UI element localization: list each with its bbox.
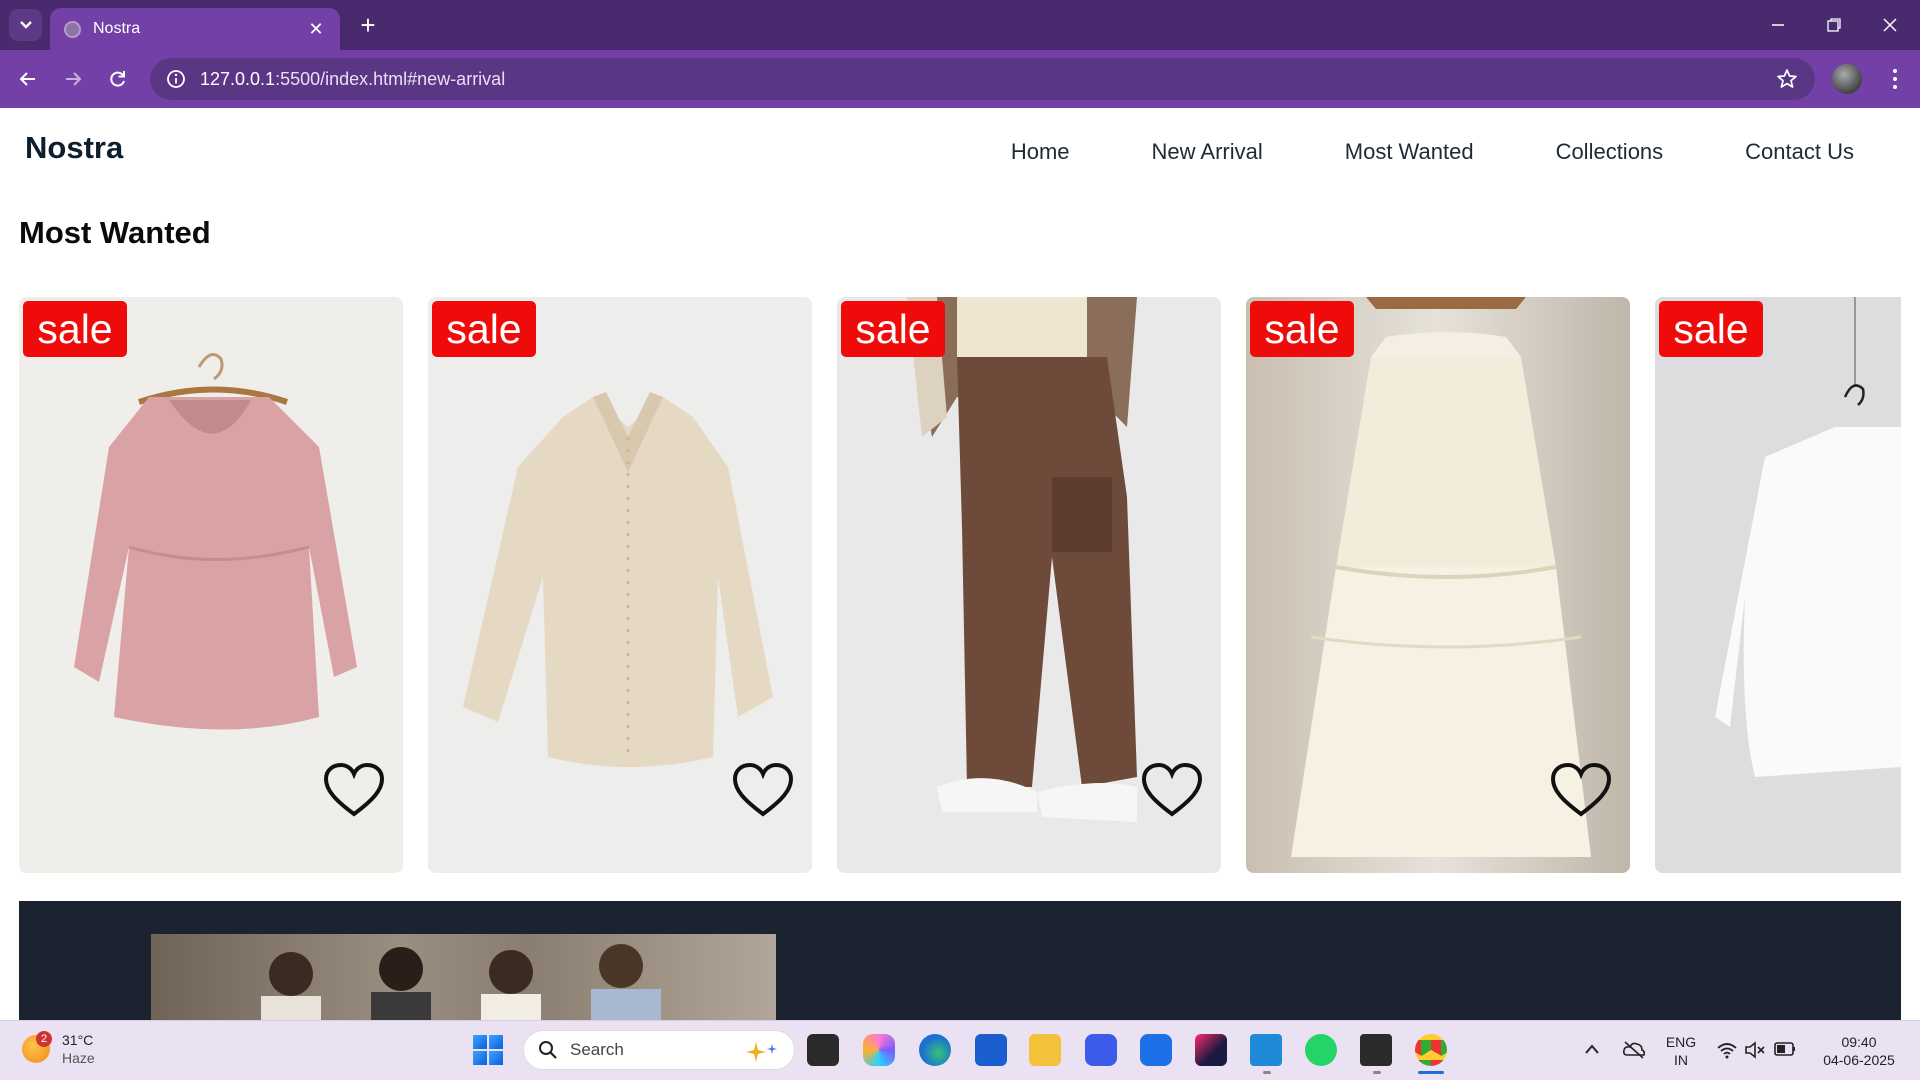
web-page: Nostra Home New Arrival Most Wanted Coll…	[0, 108, 1920, 1020]
active-indicator	[1418, 1071, 1444, 1074]
browser-tab[interactable]: Nostra ✕	[50, 8, 340, 50]
product-card[interactable]: sale	[1246, 297, 1630, 873]
tab-title: Nostra	[93, 20, 141, 37]
globe-icon	[64, 20, 81, 38]
weather-sun-icon: 2	[22, 1031, 52, 1063]
weather-temp: 31°C	[62, 1032, 94, 1048]
weather-widget[interactable]: 2 31°C Haze	[22, 1031, 95, 1067]
terminal-icon[interactable]	[1360, 1034, 1392, 1066]
sale-badge: sale	[432, 301, 536, 357]
running-indicator	[1263, 1071, 1271, 1074]
discord-icon[interactable]	[1085, 1034, 1117, 1066]
heart-icon[interactable]	[1141, 762, 1203, 818]
taskbar: 2 31°C Haze Search ENG IN 09:40 04-06-20…	[0, 1020, 1920, 1080]
heart-icon[interactable]	[732, 762, 794, 818]
weather-badge: 2	[36, 1031, 52, 1047]
onedrive-offline-icon[interactable]	[1622, 1039, 1646, 1059]
nav-new-arrival[interactable]: New Arrival	[1152, 139, 1263, 165]
sale-badge: sale	[1659, 301, 1763, 357]
jetbrains-icon[interactable]	[1195, 1034, 1227, 1066]
site-logo[interactable]: Nostra	[25, 130, 123, 166]
new-tab-button[interactable]: +	[352, 9, 384, 41]
close-window-button[interactable]	[1862, 0, 1918, 50]
copilot-icon[interactable]	[863, 1034, 895, 1066]
white-shirt-image	[1655, 297, 1901, 873]
section-title: Most Wanted	[19, 215, 211, 250]
task-view-icon[interactable]	[807, 1034, 839, 1066]
sale-badge: sale	[23, 301, 127, 357]
product-card[interactable]: sale	[19, 297, 403, 873]
minimize-icon	[1772, 24, 1784, 26]
browser-menu-button[interactable]	[1880, 64, 1910, 94]
product-card[interactable]: sale	[1655, 297, 1901, 873]
restore-icon	[1827, 18, 1841, 32]
main-nav: Home New Arrival Most Wanted Collections…	[1011, 139, 1920, 165]
teams-icon[interactable]	[1140, 1034, 1172, 1066]
heart-icon[interactable]	[1550, 762, 1612, 818]
site-info-icon[interactable]	[156, 59, 196, 99]
tab-bar: Nostra ✕ +	[0, 0, 1920, 50]
running-indicator	[1373, 1071, 1381, 1074]
forward-button[interactable]	[55, 61, 91, 97]
arrow-left-icon	[19, 72, 35, 86]
store-icon[interactable]	[975, 1034, 1007, 1066]
banner-photo	[151, 934, 776, 1020]
taskbar-search[interactable]: Search	[523, 1030, 795, 1070]
edge-icon[interactable]	[919, 1034, 951, 1066]
chevron-up-icon[interactable]	[1584, 1043, 1600, 1055]
nav-most-wanted[interactable]: Most Wanted	[1345, 139, 1474, 165]
clock[interactable]: 09:40 04-06-2025	[1812, 1033, 1906, 1069]
restore-button[interactable]	[1806, 0, 1862, 50]
volume-muted-icon[interactable]	[1744, 1040, 1766, 1060]
chevron-down-icon	[19, 21, 32, 29]
minimize-button[interactable]	[1750, 0, 1806, 50]
close-tab-icon[interactable]: ✕	[306, 19, 326, 40]
sale-badge: sale	[1250, 301, 1354, 357]
wifi-icon[interactable]	[1716, 1041, 1738, 1059]
back-button[interactable]	[10, 61, 46, 97]
search-icon	[539, 1041, 557, 1059]
chrome-icon[interactable]	[1415, 1034, 1447, 1066]
weather-desc: Haze	[62, 1050, 95, 1066]
product-card[interactable]: sale	[837, 297, 1221, 873]
file-explorer-icon[interactable]	[1029, 1034, 1061, 1066]
url-text: 127.0.0.1:5500/index.html#new-arrival	[200, 68, 506, 89]
nav-collections[interactable]: Collections	[1556, 139, 1664, 165]
promo-banner	[19, 901, 1901, 1020]
models-photo	[261, 944, 661, 1020]
reload-button[interactable]	[100, 61, 136, 97]
nav-home[interactable]: Home	[1011, 139, 1070, 165]
address-bar[interactable]: 127.0.0.1:5500/index.html#new-arrival	[150, 58, 1815, 100]
reload-icon	[110, 71, 125, 87]
tab-search-button[interactable]	[9, 9, 42, 41]
profile-avatar[interactable]	[1832, 64, 1862, 94]
start-button[interactable]	[473, 1035, 503, 1065]
sale-badge: sale	[841, 301, 945, 357]
arrow-right-icon	[66, 72, 82, 86]
sparkle-icon	[746, 1042, 777, 1062]
close-icon	[1883, 18, 1897, 32]
nav-contact-us[interactable]: Contact Us	[1745, 139, 1854, 165]
language-indicator[interactable]: ENG IN	[1662, 1033, 1700, 1069]
battery-icon[interactable]	[1774, 1042, 1796, 1056]
product-card[interactable]: sale	[428, 297, 812, 873]
bookmark-star-icon[interactable]	[1775, 67, 1799, 91]
search-label: Search	[570, 1040, 624, 1059]
whatsapp-icon[interactable]	[1305, 1034, 1337, 1066]
vscode-icon[interactable]	[1250, 1034, 1282, 1066]
heart-icon[interactable]	[323, 762, 385, 818]
browser-toolbar: 127.0.0.1:5500/index.html#new-arrival	[0, 50, 1920, 108]
